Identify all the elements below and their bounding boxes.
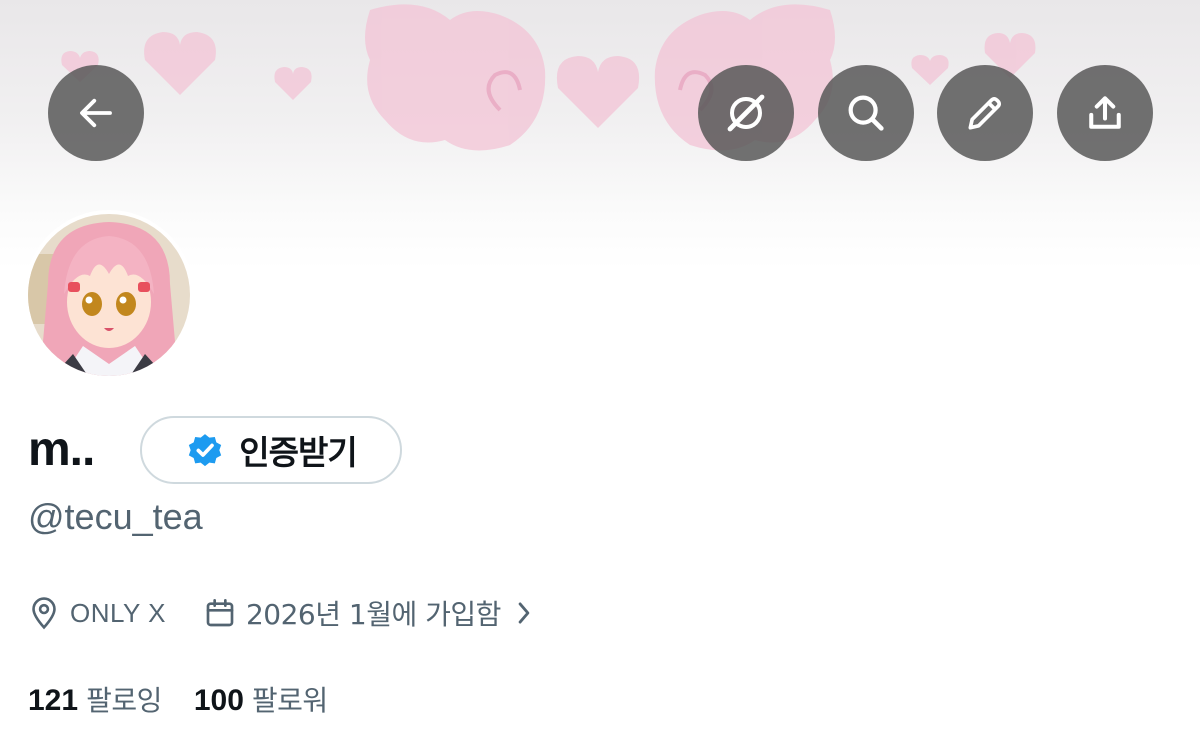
edit-button[interactable] xyxy=(937,65,1033,161)
chevron-right-icon xyxy=(518,602,530,624)
display-name: m.. xyxy=(28,423,95,476)
pencil-icon xyxy=(968,96,1002,130)
get-verified-label: 인증받기 xyxy=(239,433,357,472)
arrow-left-icon xyxy=(80,98,112,128)
back-button[interactable] xyxy=(48,65,144,161)
join-date-text: 2026년 1월에 가입함 xyxy=(245,598,501,631)
join-date-item[interactable]: 2026년 1월에 가입함 xyxy=(204,593,533,633)
followers-link[interactable]: 100 팔로워 xyxy=(194,679,328,719)
grok-button[interactable] xyxy=(698,65,794,161)
user-handle: @tecu_tea xyxy=(28,496,203,537)
following-label: 팔로잉 xyxy=(86,684,162,717)
share-upload-icon xyxy=(1089,96,1121,129)
following-count: 121 xyxy=(28,684,79,717)
search-button[interactable] xyxy=(818,65,914,161)
calendar-icon xyxy=(206,599,234,627)
avatar[interactable] xyxy=(24,210,194,380)
profile-meta-row: ONLY X 2026년 1월에 가입함 xyxy=(28,590,533,636)
following-link[interactable]: 121 팔로잉 xyxy=(28,679,162,719)
location-text: ONLY X xyxy=(70,597,166,628)
share-button[interactable] xyxy=(1057,65,1153,161)
search-icon xyxy=(848,95,884,131)
location-item: ONLY X xyxy=(28,596,166,630)
followers-label: 팔로워 xyxy=(251,684,328,717)
get-verified-button[interactable]: 인증받기 xyxy=(140,416,402,484)
followers-count: 100 xyxy=(193,684,244,717)
grok-icon xyxy=(727,94,765,132)
display-name-row: m.. xyxy=(28,415,95,485)
follow-stats-row: 121 팔로잉 100 팔로워 xyxy=(28,676,328,722)
verified-badge-icon xyxy=(189,434,222,467)
location-pin-icon xyxy=(32,597,56,630)
avatar-image xyxy=(28,214,190,376)
